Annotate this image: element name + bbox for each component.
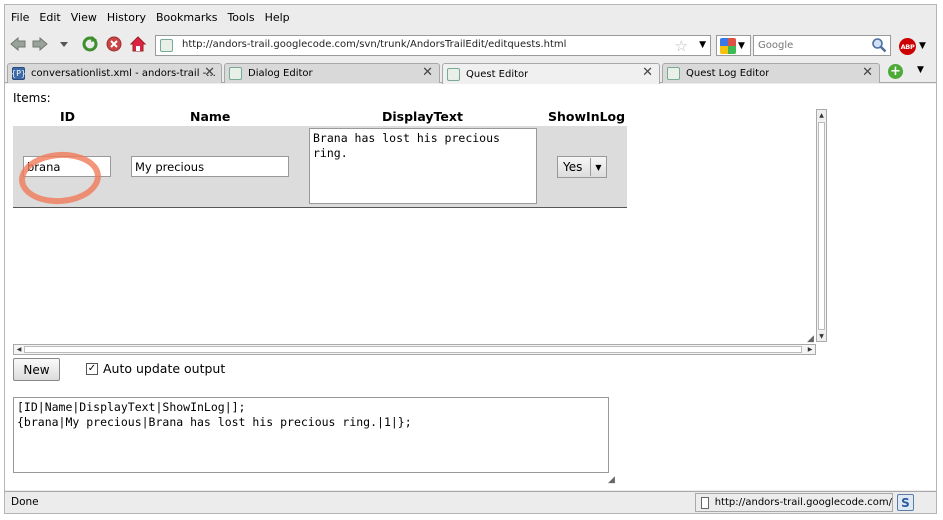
url-dropdown-icon[interactable]: ▼ [699, 40, 706, 50]
browser-window: File Edit View History Bookmarks Tools H… [4, 4, 937, 514]
chevron-down-icon: ▼ [590, 158, 606, 176]
close-icon[interactable]: ✕ [204, 65, 215, 80]
search-box [753, 35, 891, 56]
tab-bar: {P} conversationlist.xml - andors-trail … [5, 61, 936, 84]
status-url-box: http://andors-trail.googlecode.com/ [695, 493, 893, 512]
new-item-button[interactable]: New [13, 358, 60, 381]
close-icon[interactable]: ✕ [422, 65, 433, 80]
table-row: Brana has lost his precious ring. Yes ▼ [13, 126, 627, 208]
status-url: http://andors-trail.googlecode.com/ [714, 497, 892, 508]
close-icon[interactable]: ✕ [862, 65, 873, 80]
google-logo-icon [720, 37, 736, 54]
column-header-showinlog: ShowInLog [548, 109, 626, 124]
search-engine-selector[interactable]: ▼ [716, 35, 751, 56]
back-button[interactable] [9, 35, 27, 53]
column-header-id: ID [60, 109, 76, 124]
reload-icon [82, 36, 98, 52]
bookmark-star-icon[interactable]: ☆ [675, 37, 688, 55]
site-favicon-icon [447, 67, 460, 81]
scroll-up-icon[interactable]: ▲ [817, 110, 826, 120]
horizontal-scrollbar[interactable]: ◀ ▶ [13, 344, 816, 355]
url-text: http://andors-trail.googlecode.com/svn/t… [182, 39, 567, 50]
url-bar[interactable]: http://andors-trail.googlecode.com/svn/t… [155, 35, 711, 56]
menu-help[interactable]: Help [265, 11, 290, 24]
items-panel: ID Name DisplayText ShowInLog Brana has … [13, 106, 827, 355]
items-label: Items: [13, 91, 51, 105]
tab-conversationlist[interactable]: {P} conversationlist.xml - andors-trail … [7, 63, 222, 83]
search-icon[interactable] [871, 37, 887, 56]
tab-dialog-editor[interactable]: Dialog Editor ✕ [224, 63, 440, 83]
chevron-down-icon [60, 42, 68, 47]
name-field[interactable] [131, 156, 289, 177]
column-header-name: Name [190, 109, 231, 124]
display-text-field[interactable]: Brana has lost his precious ring. [309, 128, 537, 204]
new-tab-plus-icon[interactable]: + [888, 64, 903, 79]
menu-view[interactable]: View [71, 11, 97, 24]
tab-label: Dialog Editor [248, 68, 313, 79]
menu-file[interactable]: File [11, 11, 29, 24]
list-all-tabs-icon[interactable]: ▼ [917, 65, 924, 75]
menu-bookmarks[interactable]: Bookmarks [156, 11, 217, 24]
column-header-displaytext: DisplayText [382, 109, 463, 124]
menu-edit[interactable]: Edit [39, 11, 60, 24]
page-icon [701, 496, 709, 509]
scroll-left-icon[interactable]: ◀ [14, 345, 24, 354]
menu-history[interactable]: History [107, 11, 146, 24]
site-favicon-icon [229, 67, 242, 80]
home-icon [130, 36, 146, 52]
menu-tools[interactable]: Tools [227, 11, 254, 24]
scrollbar-thumb[interactable] [24, 346, 802, 353]
output-textarea[interactable]: [ID|Name|DisplayText|ShowInLog|]; {brana… [13, 397, 609, 473]
forward-arrow-icon [32, 37, 48, 51]
vertical-scrollbar[interactable]: ▲ ▼ [816, 109, 827, 342]
tab-label: Quest Log Editor [686, 68, 770, 79]
chevron-down-icon[interactable]: ▼ [919, 41, 926, 51]
status-bar: Done http://andors-trail.googlecode.com/… [5, 491, 936, 513]
project-favicon-icon: {P} [11, 67, 27, 80]
scroll-right-icon[interactable]: ▶ [805, 345, 815, 354]
show-in-log-value: Yes [563, 160, 583, 174]
stop-button[interactable] [105, 35, 123, 53]
reload-button[interactable] [81, 35, 99, 53]
auto-update-toggle[interactable]: ✓ Auto update output [86, 361, 225, 376]
resize-grip-icon[interactable]: ◢ [608, 475, 615, 485]
extension-s-icon[interactable]: S [897, 494, 914, 511]
tab-quest-editor[interactable]: Quest Editor ✕ [442, 63, 660, 84]
auto-update-label: Auto update output [103, 361, 226, 376]
resize-grip-icon[interactable]: ◢ [807, 334, 814, 344]
menu-bar: File Edit View History Bookmarks Tools H… [5, 5, 936, 29]
home-button[interactable] [129, 35, 147, 53]
chevron-down-icon: ▼ [738, 40, 745, 51]
page-content: Items: ID Name DisplayText ShowInLog Bra… [5, 84, 936, 490]
site-favicon-icon [667, 67, 680, 80]
scroll-down-icon[interactable]: ▼ [817, 331, 826, 341]
tab-label: conversationlist.xml - andors-trail -... [31, 68, 216, 79]
show-in-log-select[interactable]: Yes ▼ [557, 156, 607, 178]
stop-icon [106, 36, 122, 52]
tab-label: Quest Editor [466, 68, 529, 80]
site-favicon-icon [160, 39, 173, 52]
tab-quest-log-editor[interactable]: Quest Log Editor ✕ [662, 63, 880, 83]
status-text: Done [11, 496, 39, 508]
scrollbar-thumb[interactable] [818, 122, 825, 330]
navigation-toolbar: http://andors-trail.googlecode.com/svn/t… [5, 30, 936, 60]
close-icon[interactable]: ✕ [642, 65, 653, 80]
auto-update-checkbox[interactable]: ✓ [86, 362, 98, 375]
back-arrow-icon [10, 37, 26, 51]
search-input[interactable] [754, 36, 864, 55]
forward-button[interactable] [31, 35, 49, 53]
history-dropdown-button[interactable] [55, 35, 73, 53]
adblock-plus-icon[interactable]: ABP [899, 38, 916, 55]
